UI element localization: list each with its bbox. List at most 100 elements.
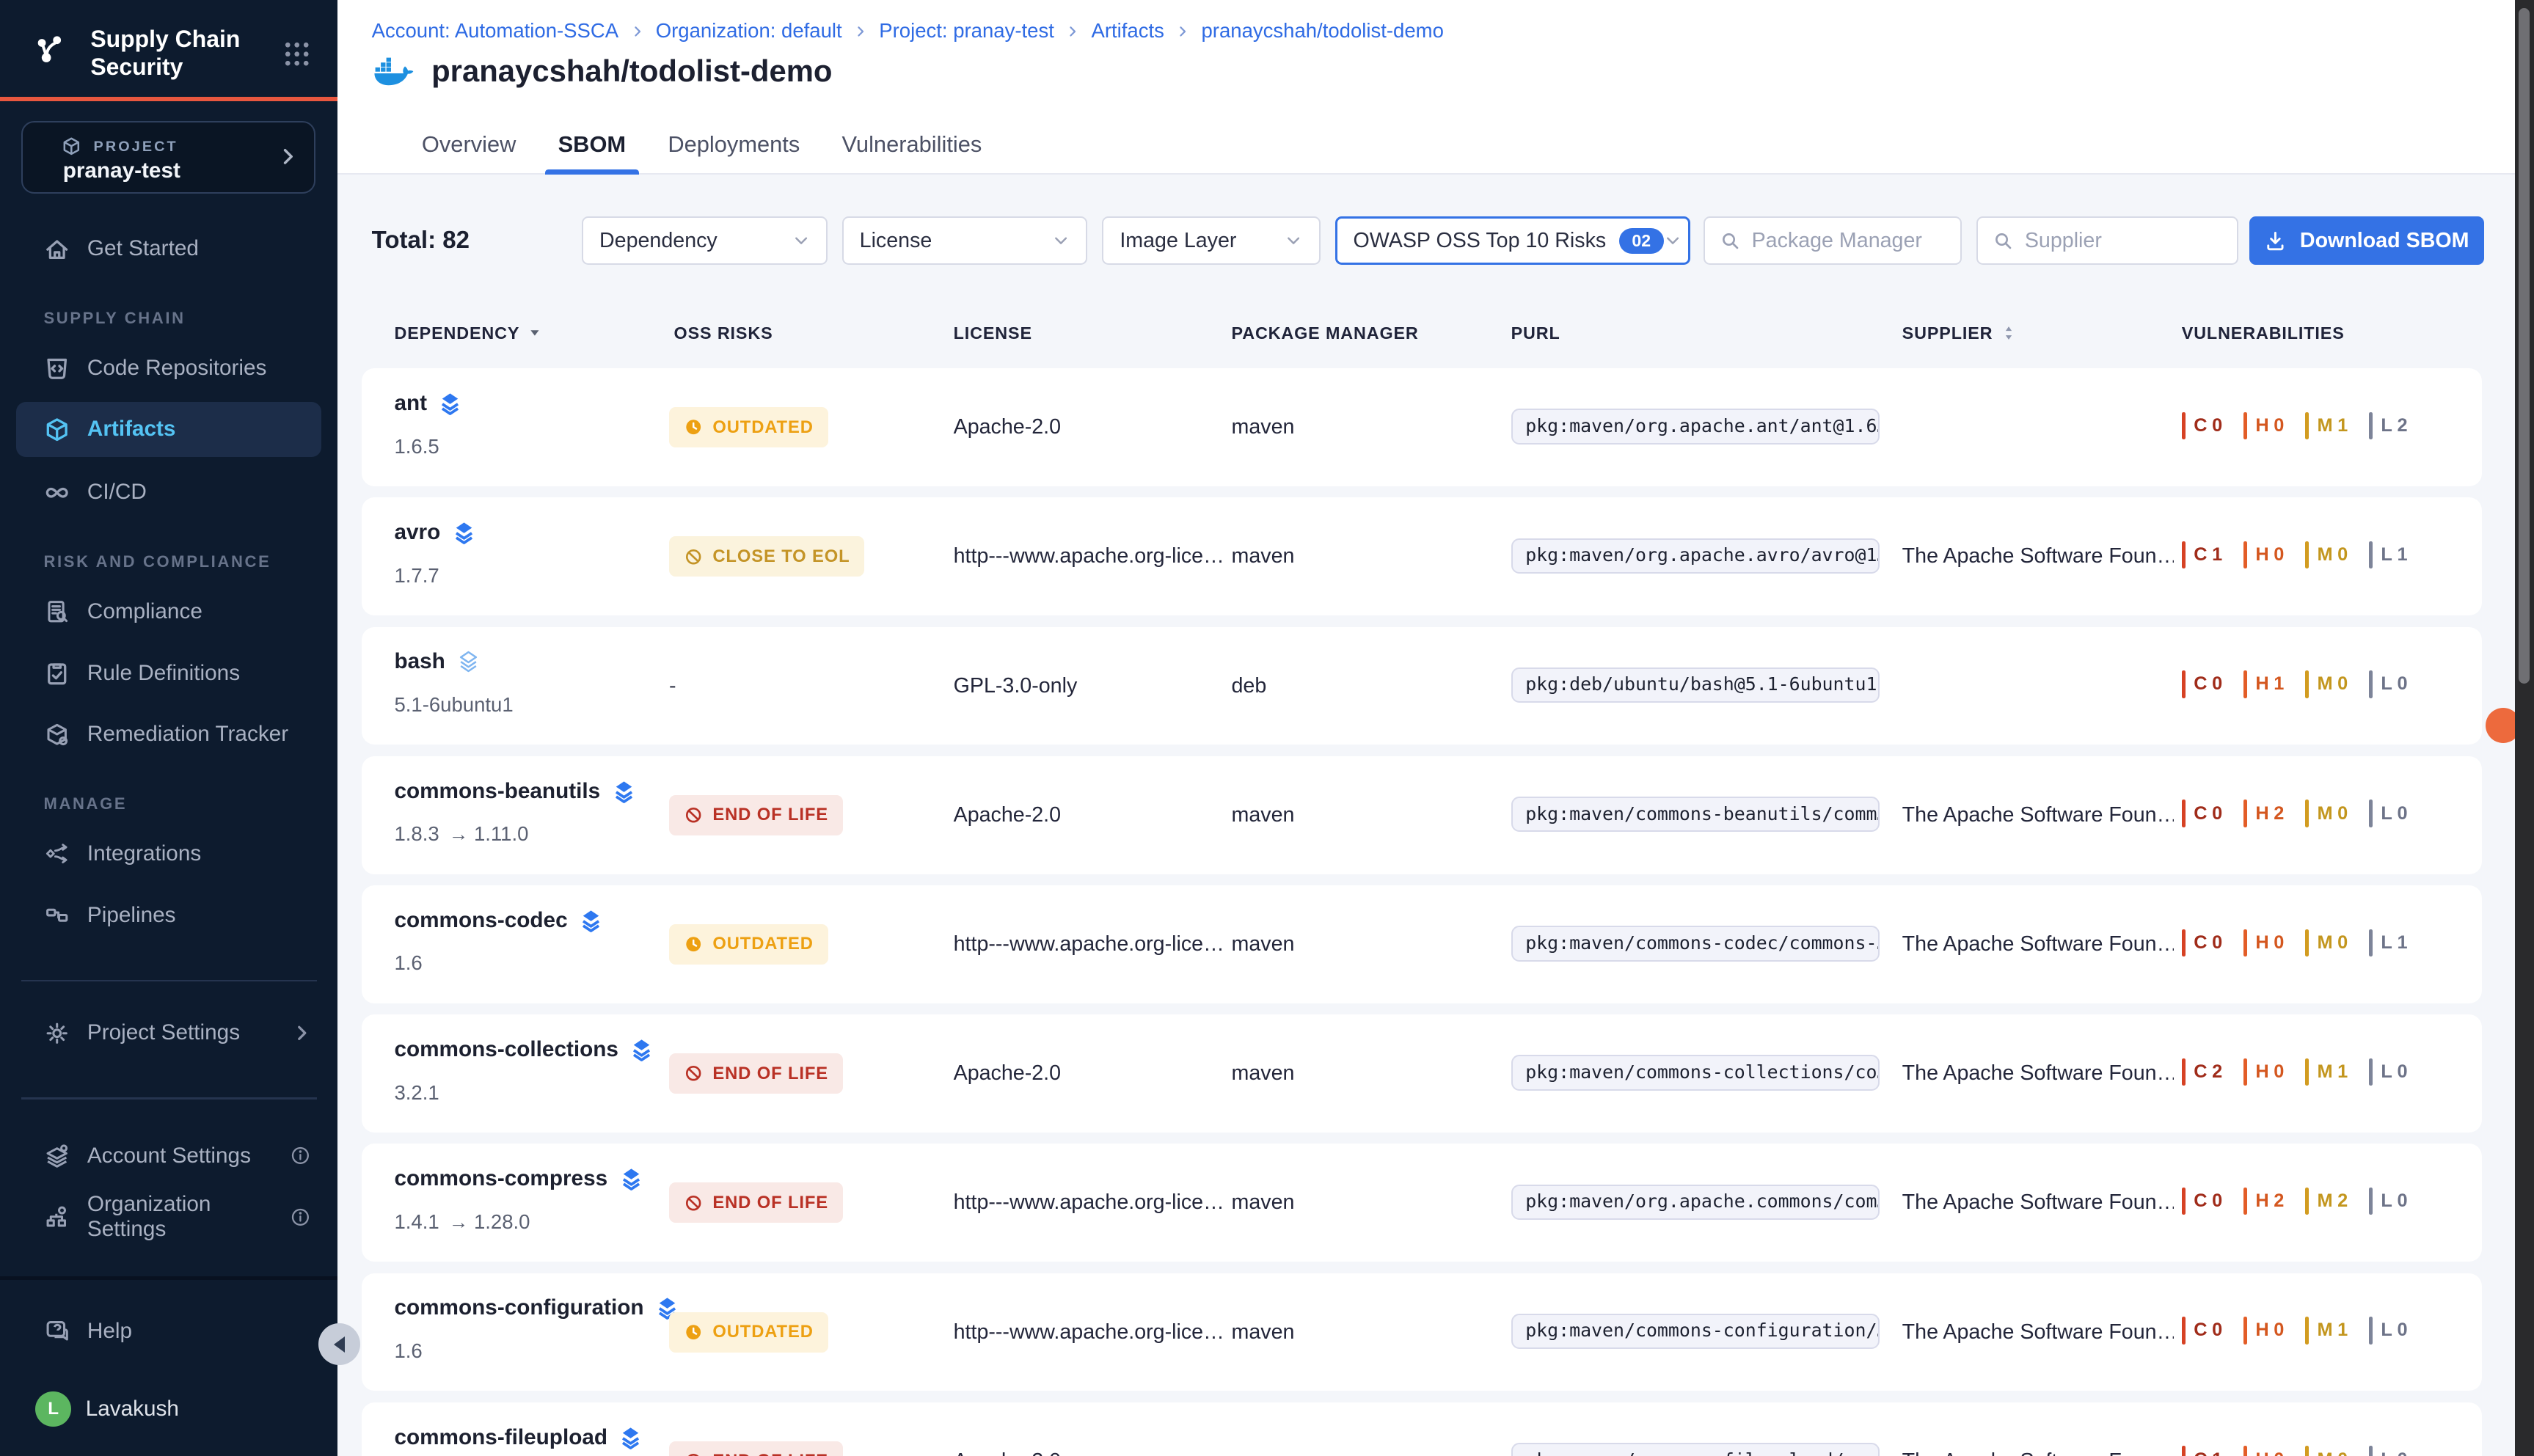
purl-value[interactable]: pkg:maven/org.apache.commons/com…	[1511, 1185, 1880, 1220]
layers-outline-icon	[456, 649, 481, 675]
low-count: L1	[2369, 929, 2408, 956]
tab-sbom[interactable]: SBOM	[542, 115, 643, 175]
sidebar-item-get-started[interactable]: Get Started	[0, 226, 337, 271]
breadcrumb-chevron-icon	[630, 24, 645, 39]
table-row[interactable]: commons-codec 1.6 → OUTDATED http---www.…	[362, 885, 2482, 1003]
purl-value[interactable]: pkg:maven/org.apache.ant/ant@1.6…	[1511, 409, 1880, 444]
tab-overview[interactable]: Overview	[406, 115, 533, 175]
table-row[interactable]: bash 5.1-6ubuntu1 → - GPL-3.0-only deb p…	[362, 627, 2482, 745]
purl-value[interactable]: pkg:maven/commons-codec/commons-…	[1511, 926, 1880, 961]
purl-cell: pkg:maven/commons-collections/co…	[1511, 1055, 1880, 1097]
sidebar-item-label: Rule Definitions	[87, 661, 240, 686]
owasp-risks-filter-dropdown[interactable]: OWASP OSS Top 10 Risks 02	[1335, 216, 1691, 265]
page-title: pranaycshah/todolist-demo	[431, 54, 832, 89]
dependency-version: 3.2.1 →	[394, 1081, 439, 1105]
total-count: Total: 82	[372, 216, 470, 265]
breadcrumb-account[interactable]: Account: Automation-SSCA	[372, 19, 618, 43]
sidebar-item-ci-cd[interactable]: CI/CD	[0, 470, 337, 516]
vulnerability-counts: C1 H0 M0 L1	[2182, 541, 2408, 568]
purl-cell: pkg:maven/commons-beanutils/comm…	[1511, 797, 1880, 838]
breadcrumb-chevron-icon	[853, 24, 868, 39]
sidebar-item-organization-settings[interactable]: Organization Settings	[0, 1195, 337, 1240]
medium-count: M0	[2305, 800, 2348, 827]
oss-risk-cell: END OF LIFE	[669, 1053, 843, 1094]
breadcrumb-artifacts[interactable]: Artifacts	[1091, 19, 1164, 43]
column-header-supplier[interactable]: SUPPLIER	[1902, 323, 2018, 343]
org-gear-icon	[43, 1204, 70, 1231]
medium-count: M0	[2305, 1446, 2348, 1455]
app-grid-icon[interactable]	[283, 40, 310, 67]
purl-value[interactable]: pkg:deb/ubuntu/bash@5.1-6ubuntu1	[1511, 667, 1880, 703]
clock-icon	[684, 934, 703, 954]
oss-risk-cell: CLOSE TO EOL	[669, 536, 864, 577]
license-value: Apache-2.0	[954, 1061, 1061, 1086]
purl-value[interactable]: pkg:maven/commons-beanutils/comm…	[1511, 797, 1880, 832]
tab-vulnerabilities[interactable]: Vulnerabilities	[826, 115, 998, 175]
sidebar-item-remediation-tracker[interactable]: Remediation Tracker	[0, 711, 337, 757]
table-row[interactable]: commons-beanutils 1.8.3 → 1.11.0 END OF …	[362, 756, 2482, 874]
sidebar-item-compliance[interactable]: Compliance	[0, 589, 337, 634]
breadcrumb-organization[interactable]: Organization: default	[656, 19, 842, 43]
user-menu[interactable]: L Lavakush	[0, 1386, 337, 1432]
medium-count: M0	[2305, 929, 2348, 956]
critical-count: C0	[2182, 1188, 2222, 1215]
vulnerability-counts: C1 H0 M0 L0	[2182, 1446, 2408, 1455]
sidebar-item-label: Code Repositories	[87, 356, 266, 381]
supplier-search-input[interactable]: Supplier	[1976, 216, 2238, 265]
scrollbar-thumb[interactable]	[2519, 8, 2530, 684]
oss-risk-badge: OUTDATED	[669, 924, 828, 965]
supplier-value: The Apache Software Foun…	[1902, 544, 2174, 568]
project-label: PROJECT	[94, 139, 178, 156]
oss-risk-badge: OUTDATED	[669, 407, 828, 447]
license-value: http---www.apache.org-lice…	[954, 932, 1224, 956]
purl-value[interactable]: pkg:maven/commons-fileupload/co…	[1511, 1443, 1880, 1456]
project-selector[interactable]: PROJECT pranay-test	[21, 121, 315, 194]
download-sbom-button[interactable]: Download SBOM	[2249, 216, 2483, 265]
project-name: pranay-test	[63, 158, 180, 183]
breadcrumb-project[interactable]: Project: pranay-test	[879, 19, 1054, 43]
table-row[interactable]: avro 1.7.7 → CLOSE TO EOL http---www.apa…	[362, 497, 2482, 615]
table-row[interactable]: commons-fileupload → END OF LIFE Apache-…	[362, 1402, 2482, 1456]
sidebar-item-code-repositories[interactable]: Code Repositories	[0, 345, 337, 391]
critical-count: C0	[2182, 412, 2222, 439]
purl-value[interactable]: pkg:maven/commons-configuration/…	[1511, 1314, 1880, 1349]
sidebar-divider	[21, 1097, 317, 1099]
sidebar-item-account-settings[interactable]: Account Settings	[0, 1133, 337, 1179]
low-count: L0	[2369, 1317, 2408, 1344]
dependency-filter-dropdown[interactable]: Dependency	[582, 216, 828, 265]
sidebar-section-label: SUPPLY CHAIN	[43, 309, 337, 328]
layers-filled-icon	[452, 520, 476, 546]
sidebar-item-artifacts[interactable]: Artifacts	[16, 402, 321, 457]
clock-icon	[684, 1323, 703, 1342]
purl-value[interactable]: pkg:maven/org.apache.avro/avro@1…	[1511, 538, 1880, 574]
table-row[interactable]: commons-configuration 1.6 → OUTDATED htt…	[362, 1273, 2482, 1391]
help-chat-icon	[43, 1317, 70, 1345]
critical-count: C0	[2182, 1317, 2222, 1344]
dependency-version: 5.1-6ubuntu1 →	[394, 693, 513, 717]
purl-value[interactable]: pkg:maven/commons-collections/co…	[1511, 1055, 1880, 1090]
layers-filled-icon	[438, 391, 462, 417]
gear-icon	[43, 1020, 70, 1047]
sidebar-item-integrations[interactable]: Integrations	[0, 831, 337, 877]
column-header-dependency[interactable]: DEPENDENCY	[394, 323, 542, 343]
breadcrumb-current[interactable]: pranaycshah/todolist-demo	[1202, 19, 1444, 43]
tab-deployments[interactable]: Deployments	[651, 115, 816, 175]
sidebar-item-pipelines[interactable]: Pipelines	[0, 893, 337, 938]
main-content: Account: Automation-SSCA Organization: d…	[337, 0, 2514, 1456]
table-row[interactable]: commons-collections 3.2.1 → END OF LIFE …	[362, 1014, 2482, 1133]
image-layer-filter-dropdown[interactable]: Image Layer	[1102, 216, 1320, 265]
sidebar-item-project-settings[interactable]: Project Settings	[0, 1010, 337, 1056]
table-row[interactable]: ant 1.6.5 → OUTDATED Apache-2.0 maven pk…	[362, 368, 2482, 486]
sidebar-item-rule-definitions[interactable]: Rule Definitions	[0, 651, 337, 696]
package-manager-search-input[interactable]: Package Manager	[1704, 216, 1962, 265]
pipelines-icon	[43, 901, 70, 929]
dependency-version: 1.8.3 → 1.11.0	[394, 822, 528, 846]
dependency-version: 1.6 →	[394, 951, 422, 975]
brand-accent-line	[0, 97, 337, 101]
license-filter-dropdown[interactable]: License	[842, 216, 1088, 265]
table-header: DEPENDENCY OSS RISKS LICENSE PACKAGE MAN…	[337, 323, 2514, 349]
sidebar-item-help[interactable]: Help	[0, 1309, 337, 1354]
clipboard-check-icon	[43, 659, 70, 687]
table-row[interactable]: commons-compress 1.4.1 → 1.28.0 END OF L…	[362, 1144, 2482, 1262]
low-count: L0	[2369, 1058, 2408, 1086]
